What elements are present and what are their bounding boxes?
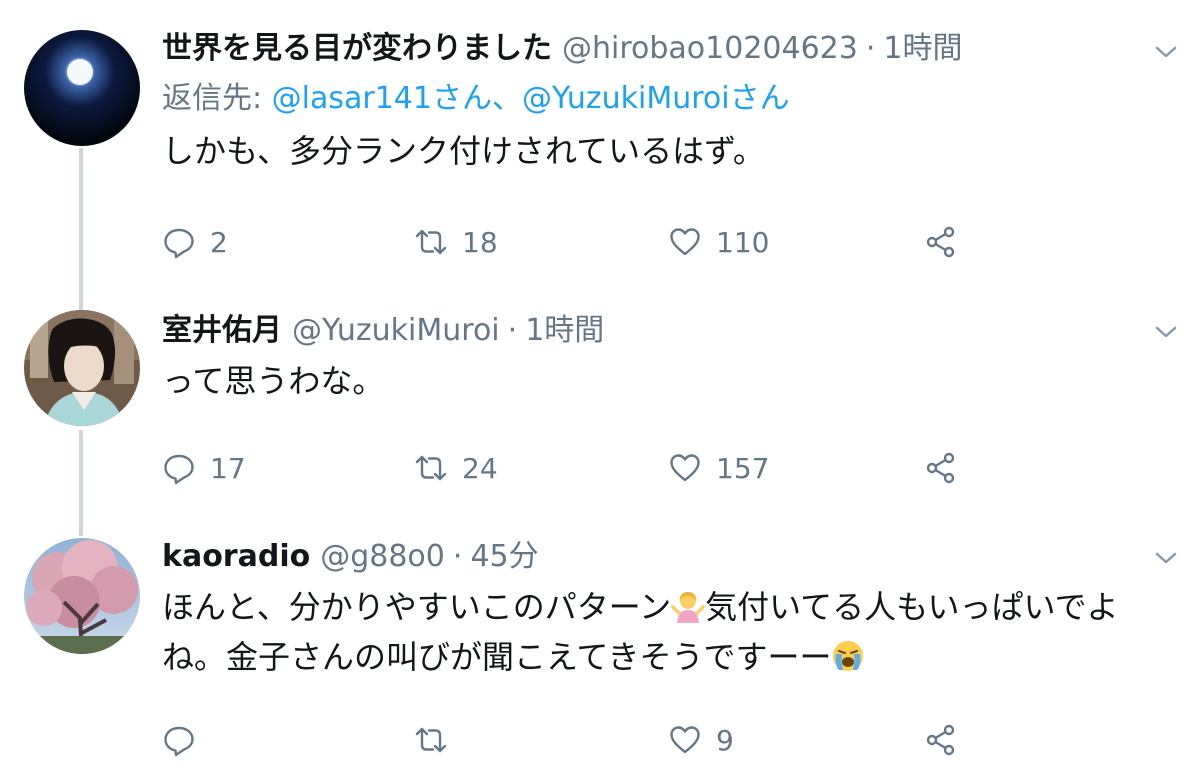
chevron-down-icon[interactable]: [1154, 324, 1178, 340]
tweet-text: しかも、多分ランク付けされているはず。: [162, 132, 765, 170]
share-button[interactable]: [924, 720, 972, 760]
avatar[interactable]: [24, 310, 140, 426]
user-handle[interactable]: @g88o0: [320, 534, 445, 580]
chevron-down-icon[interactable]: [1154, 44, 1178, 60]
reply-prefix: 返信先:: [162, 81, 272, 116]
share-button[interactable]: [924, 222, 972, 262]
retweet-icon: [415, 455, 447, 481]
cherry-blossom-avatar-icon: [24, 538, 140, 654]
like-count: 157: [716, 451, 770, 485]
retweet-button[interactable]: [414, 720, 462, 760]
retweet-button[interactable]: 18: [414, 222, 498, 262]
share-icon: [926, 452, 955, 484]
retweet-count: 24: [462, 451, 498, 485]
timestamp[interactable]: 1時間: [883, 26, 962, 72]
separator-dot: ·: [507, 313, 518, 348]
share-button[interactable]: [924, 448, 972, 488]
timestamp[interactable]: 1時間: [525, 308, 604, 354]
tweet-text: って思うわな。: [162, 362, 385, 400]
reply-icon: [164, 726, 194, 757]
like-count: 110: [716, 225, 770, 259]
woman-portrait-avatar-icon: [24, 310, 140, 426]
reply-button[interactable]: [162, 720, 210, 760]
tweet-header: kaoradio @g88o0 · 45分: [162, 534, 539, 580]
like-button[interactable]: 110: [668, 222, 769, 262]
person-shrugging-emoji-icon: [671, 592, 705, 623]
retweet-icon: [415, 727, 447, 753]
display-name[interactable]: kaoradio: [162, 534, 310, 580]
reply-count: 17: [210, 451, 246, 485]
share-icon: [926, 724, 955, 756]
like-count: 9: [716, 723, 734, 757]
reply-icon: [164, 454, 194, 485]
moon-avatar-icon: [24, 30, 140, 146]
chevron-down-icon[interactable]: [1154, 550, 1178, 566]
avatar[interactable]: [24, 30, 140, 146]
tweet-text: ほんと、分かりやすいこのパターン 気付いてる人もいっぱいでよね。金子さんの叫びが…: [162, 582, 1152, 682]
tweet-actions: 2 18 110: [162, 222, 982, 262]
reply-button[interactable]: 2: [162, 222, 228, 262]
separator-dot: ·: [452, 539, 463, 574]
heart-icon: [670, 228, 700, 256]
reply-icon: [164, 228, 194, 259]
user-handle[interactable]: @hirobao10204623: [562, 26, 858, 72]
thread-line-1: [79, 148, 83, 310]
avatar[interactable]: [24, 538, 140, 654]
timestamp[interactable]: 45分: [470, 534, 538, 580]
reply-mentions[interactable]: @lasar141さん、@YuzukiMuroiさん: [272, 81, 790, 116]
heart-icon: [670, 454, 700, 482]
reply-button[interactable]: 17: [162, 448, 246, 488]
retweet-icon: [415, 229, 447, 255]
tweet-actions: 17 24 157: [162, 448, 982, 488]
reply-context: 返信先: @lasar141さん、@YuzukiMuroiさん: [162, 76, 790, 122]
reply-count: 2: [210, 225, 228, 259]
display-name[interactable]: 世界を見る目が変わりました: [162, 26, 552, 72]
loudly-crying-face-emoji-icon: [833, 641, 864, 671]
retweet-button[interactable]: 24: [414, 448, 498, 488]
tweet-header: 世界を見る目が変わりました @hirobao10204623 · 1時間: [162, 26, 963, 72]
share-icon: [926, 226, 955, 258]
retweet-count: 18: [462, 225, 498, 259]
separator-dot: ·: [865, 31, 876, 66]
tweet-text-part1: ほんと、分かりやすいこのパターン: [162, 588, 672, 626]
display-name[interactable]: 室井佑月: [162, 308, 282, 354]
thread-line-2: [79, 430, 83, 536]
heart-icon: [670, 726, 700, 754]
tweet-actions: 9: [162, 720, 982, 760]
like-button[interactable]: 157: [668, 448, 769, 488]
user-handle[interactable]: @YuzukiMuroi: [292, 308, 500, 354]
like-button[interactable]: 9: [668, 720, 734, 760]
tweet-header: 室井佑月 @YuzukiMuroi · 1時間: [162, 308, 604, 354]
